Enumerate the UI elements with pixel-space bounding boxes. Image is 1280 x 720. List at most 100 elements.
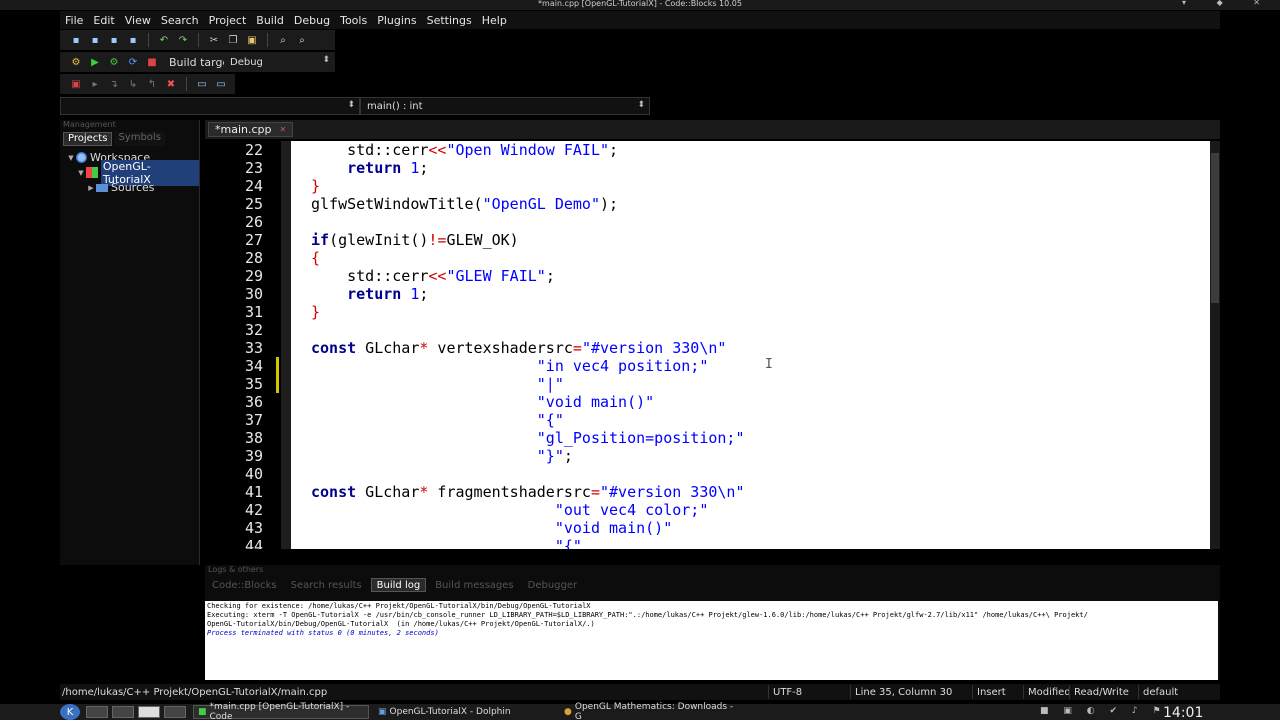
menu-plugins[interactable]: Plugins <box>372 14 421 27</box>
tab-search-results[interactable]: Search results <box>286 578 367 592</box>
run-icon[interactable]: ▶ <box>87 54 103 70</box>
function-select[interactable]: main() : int ⬍ <box>360 97 650 115</box>
tab-main-cpp[interactable]: *main.cpp ✕ <box>208 122 294 137</box>
menu-settings[interactable]: Settings <box>422 14 477 27</box>
replace-icon[interactable]: ⌕ <box>294 32 310 48</box>
find-icon[interactable]: ⌕ <box>275 32 291 48</box>
code-line[interactable]: 34 "in vec4 position;" <box>205 357 1220 375</box>
build-target-select[interactable]: Debug ⬍ <box>224 53 334 71</box>
paste-icon[interactable]: ▣ <box>244 32 260 48</box>
desktop-pager-2[interactable] <box>112 706 134 718</box>
redo-icon[interactable]: ↷ <box>175 32 191 48</box>
code-line[interactable]: 36 "void main()" <box>205 393 1220 411</box>
code-line[interactable]: 25 glfwSetWindowTitle("OpenGL Demo"); <box>205 195 1220 213</box>
code-line[interactable]: 40 <box>205 465 1220 483</box>
line-number: 32 <box>244 321 263 339</box>
scope-select[interactable]: ⬍ <box>60 97 360 115</box>
menu-edit[interactable]: Edit <box>88 14 119 27</box>
code-line[interactable]: 44 "{" <box>205 537 1220 549</box>
code-line[interactable]: 32 <box>205 321 1220 339</box>
code-line[interactable]: 26 <box>205 213 1220 231</box>
abort-icon[interactable]: ■ <box>144 54 160 70</box>
task-codeblocks[interactable]: ■ *main.cpp [OpenGL-TutorialX] - Code <box>193 702 369 720</box>
desktop-pager-3[interactable] <box>138 706 160 718</box>
kde-menu-icon[interactable]: K <box>60 704 80 720</box>
stop-debugger-icon[interactable]: ✖ <box>163 76 179 92</box>
code-line[interactable]: 43 "void main()" <box>205 519 1220 537</box>
menu-search[interactable]: Search <box>156 14 204 27</box>
debug-windows-icon[interactable]: ▭ <box>194 76 210 92</box>
open-icon[interactable]: ▪ <box>87 32 103 48</box>
run-to-cursor-icon[interactable]: ▸ <box>87 76 103 92</box>
code-line[interactable]: 27 if(glewInit()!=GLEW_OK) <box>205 231 1220 249</box>
build-log-output[interactable]: Checking for existence: /home/lukas/C++ … <box>205 601 1218 680</box>
line-text: "void main()" <box>536 393 655 411</box>
expand-icon[interactable]: ▼ <box>66 154 76 162</box>
tab-projects[interactable]: Projects <box>63 132 113 146</box>
code-line[interactable]: 29 std::cerr<<"GLEW FAIL"; <box>205 267 1220 285</box>
next-line-icon[interactable]: ↴ <box>106 76 122 92</box>
copy-icon[interactable]: ❐ <box>225 32 241 48</box>
clock[interactable]: 14:01 <box>1163 705 1203 720</box>
chevron-down-icon: ⬍ <box>322 55 330 65</box>
editor-pane: *main.cpp ✕ 22 std::cerr<<"Open Window F… <box>205 120 1220 555</box>
menu-project[interactable]: Project <box>204 14 252 27</box>
expand-icon[interactable]: ▼ <box>76 169 86 177</box>
menu-help[interactable]: Help <box>477 14 512 27</box>
menu-file[interactable]: File <box>60 14 88 27</box>
tree-node-project[interactable]: ▼ OpenGL-TutorialX <box>60 159 199 186</box>
build-and-run-icon[interactable]: ⚙ <box>106 54 122 70</box>
task-dolphin[interactable]: ▣ OpenGL-TutorialX - Dolphin <box>374 705 554 719</box>
save-icon[interactable]: ▪ <box>106 32 122 48</box>
line-number: 37 <box>244 411 263 429</box>
task-browser[interactable]: ● OpenGL Mathematics: Downloads - G <box>560 702 740 720</box>
menu-view[interactable]: View <box>120 14 156 27</box>
code-line[interactable]: 35 "|" <box>205 375 1220 393</box>
code-editor[interactable]: 22 std::cerr<<"Open Window FAIL"; 23 retu… <box>205 141 1220 549</box>
desktop-pager-4[interactable] <box>164 706 186 718</box>
undo-icon[interactable]: ↶ <box>156 32 172 48</box>
code-line[interactable]: 24} <box>205 177 1220 195</box>
step-into-icon[interactable]: ↳ <box>125 76 141 92</box>
build-gear-icon[interactable]: ⚙ <box>68 54 84 70</box>
line-text: std::cerr<<"GLEW FAIL"; <box>311 267 555 285</box>
step-out-icon[interactable]: ↰ <box>144 76 160 92</box>
window-controls[interactable]: ▾ ◆ ✕ <box>1182 0 1274 7</box>
logs-tabs: Code::Blocks Search results Build log Build… <box>205 577 1220 593</box>
rebuild-icon[interactable]: ⟳ <box>125 54 141 70</box>
code-line[interactable]: 28 { <box>205 249 1220 267</box>
code-line[interactable]: 41 const GLchar* fragmentshadersrc="#vers… <box>205 483 1220 501</box>
code-line[interactable]: 39 "}"; <box>205 447 1220 465</box>
tab-debugger[interactable]: Debugger <box>523 578 583 592</box>
management-tabs: Projects Symbols <box>60 132 199 146</box>
tab-build-messages[interactable]: Build messages <box>430 578 518 592</box>
code-line[interactable]: 37 "{" <box>205 411 1220 429</box>
save-all-icon[interactable]: ▪ <box>125 32 141 48</box>
code-line[interactable]: 22 std::cerr<<"Open Window FAIL"; <box>205 141 1220 159</box>
code-line[interactable]: 31} <box>205 303 1220 321</box>
menu-tools[interactable]: Tools <box>335 14 372 27</box>
code-line[interactable]: 42 "out vec4 color;" <box>205 501 1220 519</box>
scrollbar-thumb[interactable] <box>1211 153 1219 303</box>
menu-build[interactable]: Build <box>251 14 289 27</box>
code-line[interactable]: 30 return 1; <box>205 285 1220 303</box>
debug-icon[interactable]: ▣ <box>68 76 84 92</box>
close-icon[interactable]: ✕ <box>280 125 287 134</box>
tab-symbols[interactable]: Symbols <box>114 132 165 146</box>
code-line[interactable]: 23 return 1; <box>205 159 1220 177</box>
line-text: { <box>311 249 321 267</box>
code-line[interactable]: 38 "gl_Position=position;" <box>205 429 1220 447</box>
tab-code-blocks[interactable]: Code::Blocks <box>207 578 282 592</box>
vertical-scrollbar[interactable] <box>1210 141 1220 549</box>
toolbar-separator <box>148 33 149 47</box>
menu-debug[interactable]: Debug <box>289 14 335 27</box>
code-line[interactable]: 33 const GLchar* vertexshadersrc="#versio… <box>205 339 1220 357</box>
tray-icons[interactable]: ■ ▣ ◐ ✔ ♪ ⚑ <box>1040 706 1167 716</box>
various-info-icon[interactable]: ▭ <box>213 76 229 92</box>
new-file-icon[interactable]: ▪ <box>68 32 84 48</box>
sources-label: Sources <box>111 181 155 194</box>
desktop-pager-1[interactable] <box>86 706 108 718</box>
cut-icon[interactable]: ✂ <box>206 32 222 48</box>
tab-build-log[interactable]: Build log <box>370 578 427 592</box>
collapsed-icon[interactable]: ▶ <box>86 184 96 192</box>
